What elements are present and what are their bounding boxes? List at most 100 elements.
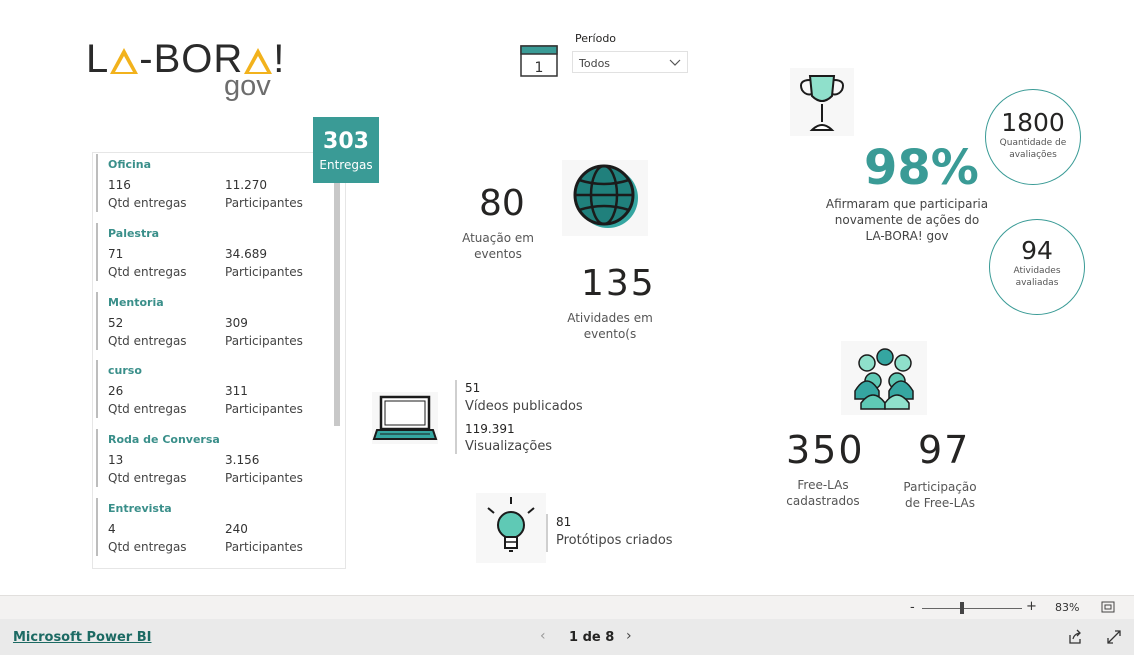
logo-gov-text: gov (224, 70, 271, 102)
period-filter-label: Período (575, 32, 617, 45)
item-qtd-label: Qtd entregas (108, 540, 187, 554)
list-item: Entrevista 4 Qtd entregas 240 Participan… (96, 498, 331, 556)
divider (546, 514, 548, 552)
divider (455, 380, 457, 454)
satisfacao-label-line1: Afirmaram que participaria (825, 197, 989, 211)
labora-logo: L -BOR! gov (86, 36, 286, 106)
fullscreen-icon[interactable] (1106, 629, 1122, 645)
item-qtd-label: Qtd entregas (108, 402, 187, 416)
item-qtd: 26 (108, 384, 124, 398)
item-participantes-label: Participantes (225, 471, 303, 485)
page-indicator: 1 de 8 (569, 630, 615, 645)
item-type: Palestra (108, 227, 160, 240)
zoom-slider-thumb[interactable] (960, 602, 964, 614)
footer-bar: Microsoft Power BI ‹ 1 de 8 › (0, 619, 1134, 655)
participacao-free-las-label: Participação de Free-LAs (890, 479, 990, 511)
zoom-bar: - + 83% (0, 595, 1134, 619)
item-type: Oficina (108, 158, 152, 171)
list-item: Mentoria 52 Qtd entregas 309 Participant… (96, 292, 331, 350)
people-group-icon (841, 341, 927, 415)
atividades-eventos-value: 135 (581, 263, 656, 304)
participacao-free-las-label-line2: de Free-LAs (904, 496, 976, 510)
atividades-avaliadas-value: 94 (1021, 236, 1053, 265)
item-qtd-label: Qtd entregas (108, 334, 187, 348)
item-type: Mentoria (108, 296, 164, 309)
next-page-button[interactable]: › (626, 628, 632, 644)
eventos-label-line2: eventos (474, 247, 522, 261)
globe-icon (562, 160, 648, 236)
satisfacao-label-line2: novamente de ações do (834, 213, 980, 227)
atividades-eventos-label: Atividades em evento(s (560, 310, 660, 342)
item-participantes: 311 (225, 384, 248, 398)
atividades-avaliadas-circle: 94 Atividades avaliadas (989, 219, 1085, 315)
atividades-eventos-label-line2: evento(s (583, 327, 637, 341)
list-item: Roda de Conversa 13 Qtd entregas 3.156 P… (96, 429, 331, 487)
videos-value: 51 (465, 381, 481, 395)
item-participantes-label: Participantes (225, 540, 303, 554)
list-scrollbar[interactable] (334, 160, 340, 426)
item-qtd-label: Qtd entregas (108, 196, 187, 210)
zoom-level: 83% (1055, 601, 1080, 614)
zoom-in-button[interactable]: + (1026, 599, 1037, 614)
zoom-slider[interactable] (922, 608, 1022, 609)
avaliacoes-label-line1: Quantidade de (999, 138, 1067, 148)
zoom-out-button[interactable]: - (910, 600, 915, 615)
laptop-icon (372, 392, 438, 444)
item-qtd: 71 (108, 247, 124, 261)
item-qtd: 13 (108, 453, 124, 467)
item-qtd-label: Qtd entregas (108, 265, 187, 279)
atividades-eventos-label-line1: Atividades em (567, 311, 653, 325)
prototipos-label: Protótipos criados (556, 533, 673, 548)
videos-label: Vídeos publicados (465, 399, 583, 414)
atividades-avaliadas-label-line2: avaliadas (1015, 278, 1059, 288)
eventos-label: Atuação em eventos (448, 230, 548, 262)
satisfacao-value: 98% (864, 140, 979, 196)
eventos-value: 80 (479, 183, 525, 224)
item-participantes: 309 (225, 316, 248, 330)
chevron-down-icon (669, 59, 681, 66)
list-item: Palestra 71 Qtd entregas 34.689 Particip… (96, 223, 331, 281)
prototipos-value: 81 (556, 515, 572, 529)
item-participantes: 3.156 (225, 453, 260, 467)
satisfacao-label-line3: LA-BORA! gov (865, 229, 949, 243)
atividades-avaliadas-label-line1: Atividades (1013, 266, 1061, 276)
item-participantes-label: Participantes (225, 265, 303, 279)
item-participantes: 11.270 (225, 178, 267, 192)
calendar-day-text: 1 (535, 60, 544, 76)
participacao-free-las-value: 97 (918, 428, 971, 472)
share-icon[interactable] (1067, 629, 1083, 645)
period-select[interactable]: Todos (572, 51, 688, 73)
avaliacoes-label-line2: avaliações (1009, 150, 1057, 160)
entregas-total-value: 303 (323, 129, 369, 154)
item-participantes-label: Participantes (225, 196, 303, 210)
logo-text-left: L (86, 37, 110, 81)
list-item: curso 26 Qtd entregas 311 Participantes (96, 360, 331, 418)
avaliacoes-circle: 1800 Quantidade de avaliações (985, 89, 1081, 185)
lightbulb-icon (476, 493, 546, 563)
item-qtd: 52 (108, 316, 124, 330)
avaliacoes-value: 1800 (1001, 108, 1065, 137)
free-las-label: Free-LAs cadastrados (773, 477, 873, 509)
participacao-free-las-label-line1: Participação (903, 480, 977, 494)
trophy-icon (790, 68, 854, 136)
item-qtd: 116 (108, 178, 131, 192)
item-qtd-label: Qtd entregas (108, 471, 187, 485)
free-las-label-line2: cadastrados (786, 494, 860, 508)
satisfacao-label: Afirmaram que participaria novamente de … (820, 196, 994, 244)
item-type: Roda de Conversa (108, 433, 220, 446)
visualizacoes-value: 119.391 (465, 422, 515, 436)
free-las-label-line1: Free-LAs (797, 478, 849, 492)
item-participantes-label: Participantes (225, 334, 303, 348)
previous-page-button[interactable]: ‹ (540, 628, 546, 644)
power-bi-link[interactable]: Microsoft Power BI (13, 630, 151, 645)
fit-to-page-icon[interactable] (1101, 601, 1115, 613)
eventos-label-line1: Atuação em (462, 231, 534, 245)
logo-text-end: ! (273, 37, 286, 81)
period-selected-value: Todos (579, 57, 611, 70)
item-type: Entrevista (108, 502, 172, 515)
item-qtd: 4 (108, 522, 116, 536)
item-participantes-label: Participantes (225, 402, 303, 416)
item-participantes: 34.689 (225, 247, 267, 261)
item-participantes: 240 (225, 522, 248, 536)
logo-triangle-icon (110, 48, 139, 74)
